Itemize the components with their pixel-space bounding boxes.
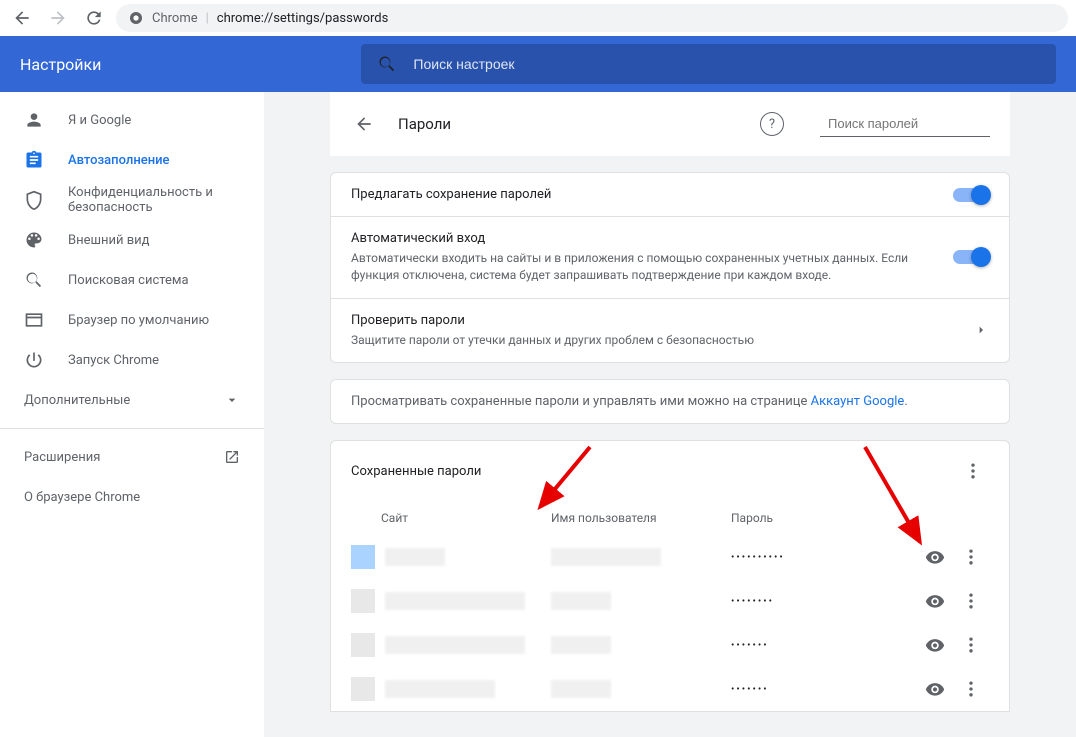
sidebar-item-appearance[interactable]: Внешний вид: [0, 220, 264, 260]
saved-passwords-card: Сохраненные пароли Сайт Имя пользователя…: [330, 440, 1010, 712]
password-table-header: Сайт Имя пользователя Пароль: [331, 501, 1009, 535]
more-vert-icon: [963, 461, 983, 481]
open-in-new-icon: [224, 449, 240, 465]
sidebar-item-label: Автозаполнение: [68, 153, 170, 168]
site-favicon: [351, 545, 375, 569]
sidebar-item-label: Поисковая система: [68, 273, 189, 288]
sidebar: Я и Google Автозаполнение Конфиденциальн…: [0, 92, 264, 737]
check-passwords-desc: Защитите пароли от утечки данных и други…: [351, 332, 973, 349]
assignment-icon: [24, 150, 44, 170]
auto-signin-toggle[interactable]: [953, 250, 989, 264]
site-favicon: [351, 589, 375, 613]
search-icon: [24, 270, 44, 290]
eye-icon: [925, 591, 945, 611]
row-more-button[interactable]: [953, 635, 989, 655]
back-button[interactable]: [8, 4, 36, 32]
password-row: ••••••••••: [331, 535, 1009, 579]
sidebar-item-on-startup[interactable]: Запуск Chrome: [0, 340, 264, 380]
browser-icon: [24, 310, 44, 330]
content-area: Пароли ? Предлагать сохранение паролей А…: [264, 92, 1076, 737]
page-back-button[interactable]: [350, 110, 378, 138]
person-icon: [24, 110, 44, 130]
palette-icon: [24, 230, 44, 250]
app-title: Настройки: [20, 55, 101, 74]
search-icon: [377, 54, 397, 74]
forward-button[interactable]: [44, 4, 72, 32]
col-user: Имя пользователя: [551, 511, 731, 525]
password-row: •••••••: [331, 667, 1009, 711]
show-password-button[interactable]: [917, 547, 953, 567]
address-label: Chrome: [152, 11, 198, 26]
show-password-button[interactable]: [917, 679, 953, 699]
auto-signin-desc: Автоматически входить на сайты и в прило…: [351, 250, 953, 284]
password-search[interactable]: [820, 112, 990, 137]
password-row: •••••••: [331, 623, 1009, 667]
eye-icon: [925, 679, 945, 699]
more-vert-icon: [961, 591, 981, 611]
app-header: Настройки: [0, 36, 1076, 92]
google-account-link[interactable]: Аккаунт Google: [811, 394, 905, 409]
eye-icon: [925, 635, 945, 655]
row-more-button[interactable]: [953, 679, 989, 699]
more-vert-icon: [961, 635, 981, 655]
check-passwords-row[interactable]: Проверить пароли Защитите пароли от утеч…: [331, 299, 1009, 363]
saved-passwords-more-button[interactable]: [957, 455, 989, 487]
power-icon: [24, 350, 44, 370]
sidebar-item-label: Браузер по умолчанию: [68, 313, 209, 328]
auto-signin-title: Автоматический вход: [351, 231, 953, 246]
more-vert-icon: [961, 547, 981, 567]
help-button[interactable]: ?: [760, 112, 784, 136]
row-more-button[interactable]: [953, 547, 989, 567]
sidebar-item-search-engine[interactable]: Поисковая система: [0, 260, 264, 300]
page-header: Пароли ?: [330, 92, 1010, 156]
password-search-input[interactable]: [828, 116, 1004, 131]
site-favicon: [351, 677, 375, 701]
offer-save-row: Предлагать сохранение паролей: [331, 173, 1009, 217]
saved-passwords-title: Сохраненные пароли: [351, 464, 481, 479]
offer-save-label: Предлагать сохранение паролей: [351, 187, 953, 202]
settings-search-input[interactable]: [413, 56, 1040, 72]
shield-icon: [24, 190, 44, 210]
sidebar-about[interactable]: О браузере Chrome: [0, 477, 264, 517]
sidebar-item-label: Запуск Chrome: [68, 353, 159, 368]
col-site: Сайт: [351, 511, 551, 525]
address-url: chrome://settings/passwords: [217, 11, 389, 26]
sidebar-item-autofill[interactable]: Автозаполнение: [0, 140, 264, 180]
sidebar-item-label: Я и Google: [68, 113, 131, 128]
manage-info: Просматривать сохраненные пароли и управ…: [330, 379, 1010, 424]
sidebar-item-default-browser[interactable]: Браузер по умолчанию: [0, 300, 264, 340]
browser-toolbar: Chrome | chrome://settings/passwords: [0, 0, 1076, 36]
settings-card: Предлагать сохранение паролей Автоматиче…: [330, 172, 1010, 363]
reload-button[interactable]: [80, 4, 108, 32]
row-more-button[interactable]: [953, 591, 989, 611]
show-password-button[interactable]: [917, 591, 953, 611]
chevron-right-icon: [973, 322, 989, 338]
sidebar-item-label: Конфиденциальность и безопасность: [68, 185, 240, 215]
col-pass: Пароль: [731, 511, 989, 525]
check-passwords-title: Проверить пароли: [351, 313, 973, 328]
sidebar-more[interactable]: Дополнительные: [0, 380, 264, 420]
sidebar-item-privacy[interactable]: Конфиденциальность и безопасность: [0, 180, 264, 220]
page-title: Пароли: [398, 115, 740, 133]
settings-search[interactable]: [361, 44, 1056, 84]
chrome-icon: [128, 10, 144, 26]
more-vert-icon: [961, 679, 981, 699]
sidebar-item-label: Внешний вид: [68, 233, 150, 248]
auto-signin-row: Автоматический вход Автоматически входит…: [331, 217, 1009, 299]
chevron-down-icon: [224, 392, 240, 408]
eye-icon: [925, 547, 945, 567]
site-favicon: [351, 633, 375, 657]
address-bar[interactable]: Chrome | chrome://settings/passwords: [116, 4, 1068, 32]
password-row: ••••••••: [331, 579, 1009, 623]
show-password-button[interactable]: [917, 635, 953, 655]
sidebar-extensions[interactable]: Расширения: [0, 437, 264, 477]
sidebar-item-you-and-google[interactable]: Я и Google: [0, 100, 264, 140]
offer-save-toggle[interactable]: [953, 188, 989, 202]
